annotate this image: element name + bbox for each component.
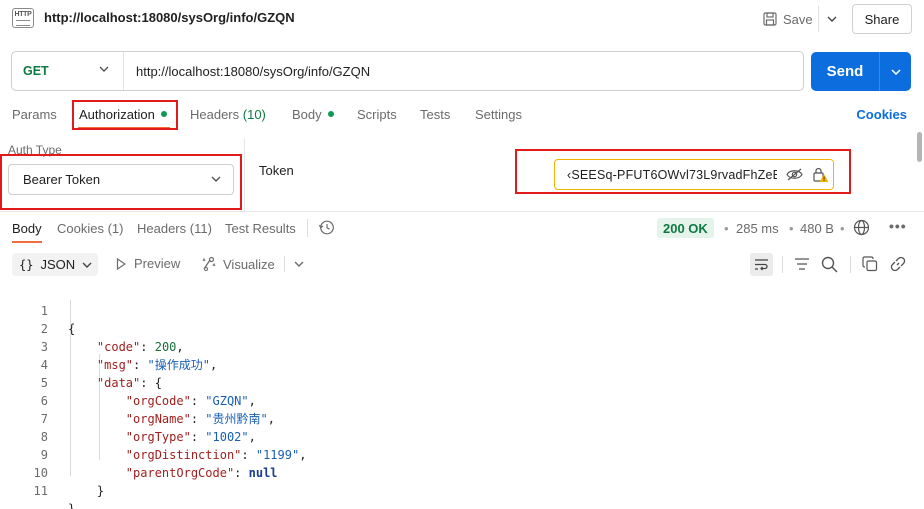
code-line: 9 "parentOrgCode": null xyxy=(0,428,278,480)
save-label: Save xyxy=(783,11,813,27)
chevron-down-icon xyxy=(890,68,901,75)
code-line: 8 "orgDistinction": "1199", xyxy=(0,410,307,462)
code-line: 7 "orgType": "1002", xyxy=(0,392,256,444)
code-line: 2 "code": 200, xyxy=(0,302,184,354)
response-time[interactable]: 285 ms xyxy=(736,221,779,236)
save-icon xyxy=(763,12,777,26)
chevron-down-icon xyxy=(294,261,304,267)
copy-icon[interactable] xyxy=(862,256,878,272)
response-tab-body[interactable]: Body xyxy=(12,221,42,236)
tab-count: (10) xyxy=(242,107,266,122)
share-button[interactable]: Share xyxy=(852,4,912,34)
send-button[interactable]: Send xyxy=(811,52,879,91)
highlight-box-auth-type xyxy=(0,154,242,210)
method-label: GET xyxy=(23,64,49,78)
json-key: "orgType" xyxy=(125,430,191,444)
play-icon xyxy=(116,257,126,270)
json-value: "1002" xyxy=(205,430,249,444)
method-select[interactable]: GET xyxy=(12,52,124,90)
globe-icon[interactable] xyxy=(853,219,870,236)
json-key: "orgCode" xyxy=(125,394,191,408)
tab-settings[interactable]: Settings xyxy=(475,107,522,122)
wrap-icon xyxy=(755,259,768,271)
code-line: 11 } xyxy=(0,464,76,509)
cookies-link[interactable]: Cookies xyxy=(856,107,907,122)
json-key: "msg" xyxy=(96,358,134,372)
panel-divider xyxy=(244,138,245,212)
json-key: "orgName" xyxy=(125,412,191,426)
json-value: "操作成功" xyxy=(147,358,210,372)
json-value: 200 xyxy=(154,340,177,354)
status-badge[interactable]: 200 OK xyxy=(657,218,714,238)
tab-label: Headers xyxy=(190,107,240,122)
more-options-icon[interactable]: ••• xyxy=(889,218,907,234)
wrap-lines-button[interactable] xyxy=(750,253,773,276)
save-button[interactable]: Save xyxy=(758,6,818,32)
chevron-down-icon xyxy=(82,262,92,268)
history-icon[interactable] xyxy=(318,219,335,236)
format-select[interactable]: {} JSON xyxy=(12,253,98,276)
response-body[interactable]: 1 { 2 "code": 200, 3 "msg": "操作成功", 4 "d… xyxy=(0,284,307,509)
search-icon[interactable] xyxy=(821,256,838,273)
braces-icon: {} xyxy=(19,257,34,272)
json-value: "GZQN" xyxy=(205,394,249,408)
tab-scripts[interactable]: Scripts xyxy=(357,107,397,122)
active-tab-indicator xyxy=(12,241,42,243)
visualize-options-button[interactable] xyxy=(284,256,304,272)
url-bar: GET http://localhost:18080/sysOrg/info/G… xyxy=(11,51,804,91)
send-options-button[interactable] xyxy=(879,52,911,91)
scrollbar[interactable] xyxy=(917,132,922,162)
code-line: 1 { xyxy=(0,284,75,336)
tab-params[interactable]: Params xyxy=(12,107,57,122)
line-number: 11 xyxy=(33,484,48,498)
save-options-button[interactable] xyxy=(818,6,844,32)
tab-headers[interactable]: Headers (10) xyxy=(190,107,266,122)
highlight-box-token xyxy=(515,149,851,194)
url-input[interactable]: http://localhost:18080/sysOrg/info/GZQN xyxy=(136,64,370,79)
chevron-down-icon xyxy=(99,66,109,72)
separator-dot: • xyxy=(724,221,729,236)
json-value: null xyxy=(248,466,278,480)
separator-dot: • xyxy=(840,221,845,236)
chevron-down-icon xyxy=(827,16,836,22)
code-line: 3 "msg": "操作成功", xyxy=(0,320,217,372)
response-size[interactable]: 480 B xyxy=(800,221,834,236)
json-key: "data" xyxy=(96,376,141,390)
tab-label: Body xyxy=(292,107,322,122)
visualize-button[interactable]: Visualize xyxy=(201,256,275,272)
link-icon[interactable] xyxy=(890,256,906,272)
preview-button[interactable]: Preview xyxy=(116,256,180,271)
tab-tests[interactable]: Tests xyxy=(420,107,450,122)
json-value: "1199" xyxy=(255,448,300,462)
request-title[interactable]: http://localhost:18080/sysOrg/info/GZQN xyxy=(44,10,295,25)
response-tab-headers[interactable]: Headers (11) xyxy=(137,221,212,236)
format-label: JSON xyxy=(40,257,76,272)
response-tab-test-results[interactable]: Test Results xyxy=(225,221,296,236)
divider xyxy=(782,256,783,273)
separator-dot: • xyxy=(789,221,794,236)
preview-label: Preview xyxy=(134,256,181,271)
json-value: "贵州黔南" xyxy=(205,412,268,426)
response-tab-cookies[interactable]: Cookies (1) xyxy=(57,221,123,236)
visualize-label: Visualize xyxy=(223,256,275,272)
token-label: Token xyxy=(259,163,294,178)
send-button-group: Send xyxy=(811,52,911,91)
tab-body[interactable]: Body xyxy=(292,107,334,122)
divider xyxy=(850,256,851,273)
code-line: 4 "data": { xyxy=(0,338,162,390)
highlight-box-authorization xyxy=(72,100,178,130)
json-key: "code" xyxy=(96,340,141,354)
divider xyxy=(307,219,308,237)
visualize-icon xyxy=(202,256,216,271)
request-header: HTTP http://localhost:18080/sysOrg/info/… xyxy=(0,0,924,38)
filter-icon[interactable] xyxy=(794,256,810,272)
json-key: "parentOrgCode" xyxy=(125,466,235,480)
active-dot-icon xyxy=(327,111,334,117)
http-file-icon: HTTP xyxy=(12,8,34,28)
code-line: 5 "orgCode": "GZQN", xyxy=(0,356,256,408)
divider xyxy=(0,211,924,212)
code-line: 6 "orgName": "贵州黔南", xyxy=(0,374,275,426)
code-line: 10 } xyxy=(0,446,105,498)
json-key: "orgDistinction" xyxy=(125,448,242,462)
